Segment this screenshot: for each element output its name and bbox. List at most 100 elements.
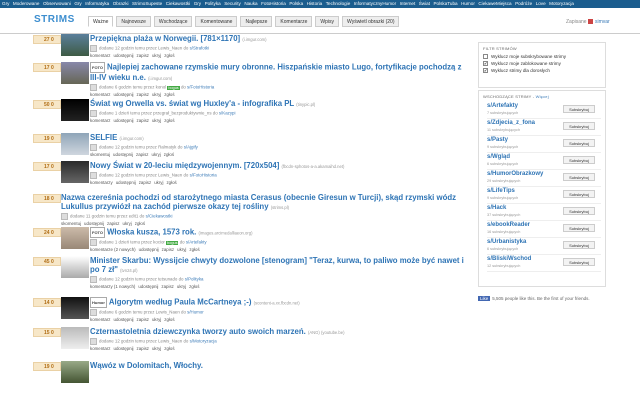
item-title[interactable]: FOTO Najlepiej zachowane rzymskie mury ob… — [90, 62, 468, 83]
thumbnail[interactable] — [61, 34, 89, 56]
strim-name[interactable]: s/Hack — [487, 205, 506, 211]
thumbnail[interactable] — [61, 99, 89, 121]
thumbnail[interactable] — [61, 227, 89, 249]
downvote-count[interactable]: 0 — [51, 195, 54, 203]
item-title[interactable]: Wąwóz w Dolomitach, Włochy. — [90, 361, 468, 370]
topbar-link[interactable]: Obserwowani — [43, 1, 71, 6]
subscribe-button[interactable]: Subskrybuj — [563, 105, 595, 113]
subscribe-button[interactable]: Subskrybuj — [563, 224, 595, 232]
action-link[interactable]: udostępnij — [84, 221, 104, 226]
action-link[interactable]: udostępnij — [139, 247, 159, 252]
vote-box[interactable]: 27 0 — [33, 35, 61, 44]
action-link[interactable]: ukryj — [152, 118, 161, 123]
vote-box[interactable]: 14 0 — [33, 298, 61, 307]
action-link[interactable]: zapisz — [137, 118, 149, 123]
item-title[interactable]: Świat wg Orwella vs. świat wg Huxley'a -… — [90, 99, 468, 109]
downvote-count[interactable]: 0 — [51, 101, 54, 109]
action-link[interactable]: ukryj — [152, 152, 161, 157]
action-link[interactable]: zapisz — [137, 317, 149, 322]
subscribe-button[interactable]: Subskrybuj — [563, 139, 595, 147]
item-title[interactable]: SELFIE (i.imgur.com) — [90, 133, 468, 143]
topbar-link[interactable]: FotoHistoria — [261, 1, 286, 6]
action-link[interactable]: ukryj — [154, 180, 163, 185]
action-link[interactable]: ukryj — [123, 221, 132, 226]
vote-box[interactable]: 50 0 — [33, 100, 61, 109]
tab-1[interactable]: Najnowsze — [116, 16, 151, 27]
vote-box[interactable]: 15 0 — [33, 328, 61, 337]
action-link[interactable]: zapisz — [137, 53, 149, 58]
action-link[interactable]: zapisz — [107, 221, 119, 226]
action-link[interactable]: zapisz — [161, 284, 173, 289]
strim-name[interactable]: s/HumorObrazkowy — [487, 171, 543, 177]
checkbox[interactable] — [483, 54, 488, 59]
topbar-link[interactable]: Polska — [289, 1, 303, 6]
tab-0[interactable]: Ważne — [88, 16, 114, 27]
action-link[interactable]: zgłoś — [164, 317, 174, 322]
checkbox[interactable]: ✔ — [483, 61, 488, 66]
action-link[interactable]: komentarze (2 nowych) — [90, 247, 136, 252]
tab-7[interactable]: Wyświetl obrazki (20) — [342, 16, 400, 27]
downvote-count[interactable]: 0 — [51, 64, 54, 72]
item-strim-link[interactable]: s/Ciekawostki — [146, 214, 173, 219]
thumbnail[interactable] — [61, 62, 89, 84]
action-link[interactable]: komentarz — [90, 53, 111, 58]
action-link[interactable]: ukryj — [177, 284, 186, 289]
downvote-count[interactable]: 0 — [51, 36, 54, 44]
item-title[interactable]: Nazwa czereśnia pochodzi od starożytnego… — [61, 193, 466, 212]
topbar-link[interactable]: Humor — [461, 1, 475, 6]
action-link[interactable]: zapisz — [137, 92, 149, 97]
action-link[interactable]: udostępnij — [116, 180, 136, 185]
topbar-link[interactable]: Nauka — [244, 1, 257, 6]
thumbnail[interactable] — [61, 297, 89, 319]
more-link[interactable]: Więcej — [536, 94, 549, 99]
action-link[interactable]: ukryj — [152, 53, 161, 58]
site-logo[interactable]: STRIMS — [34, 14, 75, 25]
downvote-count[interactable]: 0 — [51, 258, 54, 266]
item-strim-link[interactable]: s/Ajgify — [184, 145, 198, 150]
filter-option[interactable]: ✔ Wyklucz strimy dla dorosłych — [483, 68, 601, 73]
topbar-link[interactable]: Gry — [74, 1, 81, 6]
action-link[interactable]: zgłoś — [189, 284, 199, 289]
strim-name[interactable]: s/LifeTips — [487, 188, 515, 194]
strim-name[interactable]: s/Zdjecia_z_fona — [487, 120, 535, 126]
action-link[interactable]: udostępnij — [114, 317, 134, 322]
item-strim-link[interactable]: s/Strafotki — [190, 46, 210, 51]
action-link[interactable]: zgłoś — [189, 247, 199, 252]
subscribe-button[interactable]: Subskrybuj — [563, 156, 595, 164]
strim-name[interactable]: s/ebookReader — [487, 222, 530, 228]
topbar-link[interactable]: Moderowane — [13, 1, 40, 6]
subscribe-button[interactable]: Subskrybuj — [563, 173, 595, 181]
thumbnail[interactable] — [61, 161, 89, 183]
item-strim-link[interactable]: s/FotoHistoria — [187, 85, 214, 90]
action-link[interactable]: zapisz — [137, 346, 149, 351]
topbar-link[interactable]: Internet — [400, 1, 416, 6]
action-link[interactable]: komentarz — [90, 317, 111, 322]
item-strim-link[interactable]: s/Artefakty — [186, 240, 207, 245]
topbar-link[interactable]: Podróże — [515, 1, 532, 6]
action-link[interactable]: udostępnij — [114, 118, 134, 123]
topbar-link[interactable]: Polityka — [205, 1, 221, 6]
checkbox[interactable]: ✔ — [483, 68, 488, 73]
action-link[interactable]: zapisz — [136, 152, 148, 157]
tab-5[interactable]: Komentarze — [275, 16, 313, 27]
item-strim-link[interactable]: s/FotoHistoria — [190, 173, 217, 178]
filter-option[interactable]: Wyklucz moje subskrybowane strimy — [483, 54, 601, 59]
topbar-link[interactable]: CiekaweMiejsca — [478, 1, 511, 6]
action-link[interactable]: zapisz — [139, 180, 151, 185]
action-link[interactable]: skomentuj — [90, 152, 110, 157]
subscribe-button[interactable]: Subskrybuj — [563, 122, 595, 130]
subscribe-button[interactable]: Subskrybuj — [563, 241, 595, 249]
action-link[interactable]: udostępnij — [114, 92, 134, 97]
strim-name[interactable]: s/Pasty — [487, 137, 508, 143]
item-strim-link[interactable]: s/Motoryzacja — [190, 339, 217, 344]
downvote-count[interactable]: 0 — [51, 363, 54, 371]
downvote-count[interactable]: 0 — [51, 329, 54, 337]
tab-3[interactable]: Komentowane — [195, 16, 238, 27]
downvote-count[interactable]: 0 — [51, 135, 54, 143]
action-link[interactable]: zgłoś — [164, 118, 174, 123]
action-link[interactable]: zgłoś — [164, 92, 174, 97]
downvote-count[interactable]: 0 — [51, 299, 54, 307]
item-title[interactable]: Przepiękna plaża w Norwegii. [781×1170] … — [90, 34, 468, 44]
topbar-link[interactable]: Świat — [419, 1, 430, 6]
item-strim-link[interactable]: s/Polityka — [185, 277, 204, 282]
